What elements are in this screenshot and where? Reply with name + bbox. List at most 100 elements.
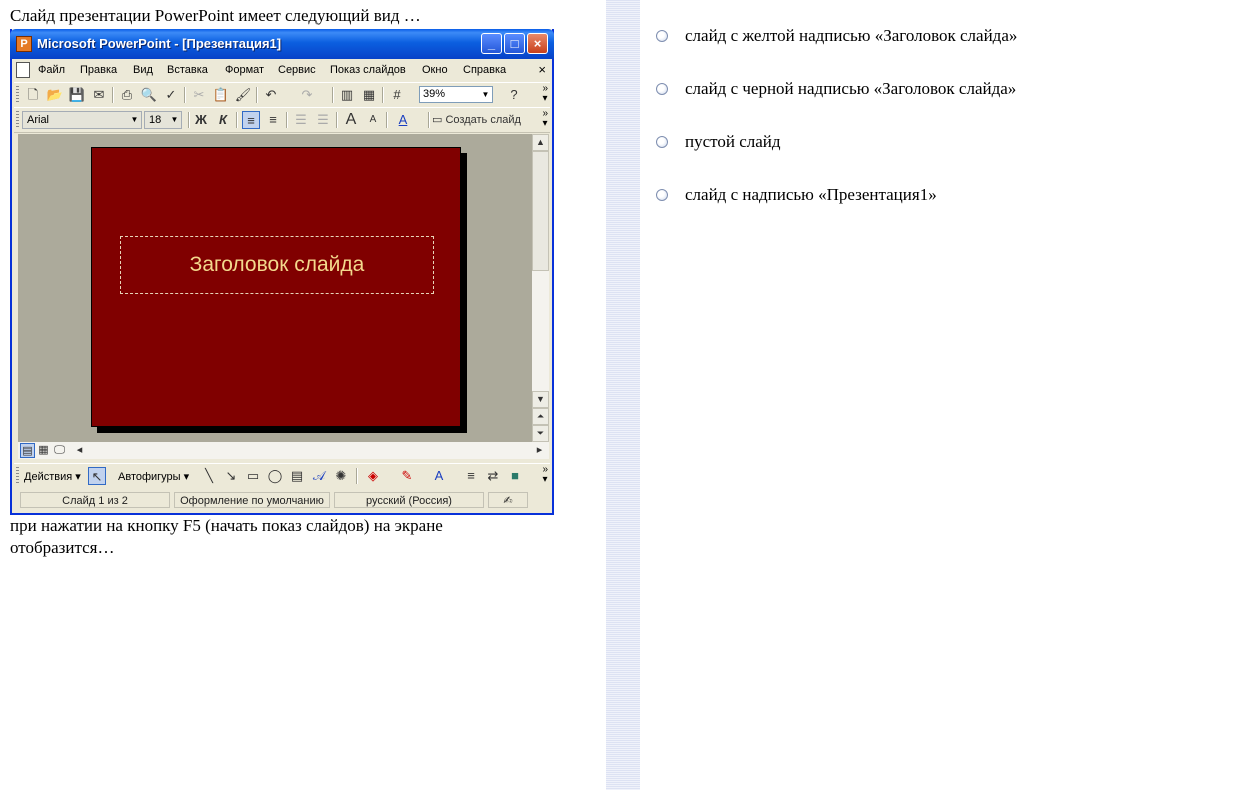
open-folder-icon: 📂 — [46, 87, 64, 102]
toolbar-grip — [16, 467, 19, 485]
next-slide-icon: ⏷ — [532, 425, 549, 442]
line-style-icon: ≡ — [467, 468, 475, 483]
font-size-field: 18 ▼ — [144, 111, 182, 129]
menu-format: Формат — [225, 64, 265, 76]
wordart-icon: 𝒜 — [312, 468, 326, 483]
scroll-left-icon: ◂ — [76, 444, 83, 456]
menubar: Файл Правка Вид Вставка Формат Сервис По… — [12, 59, 552, 81]
new-slide-icon: ▭ Создать слайд — [432, 114, 521, 126]
grid-icon: # — [393, 87, 401, 102]
bulleted-list-icon: ☰ — [317, 112, 329, 127]
line-color-icon: ✎ — [401, 468, 413, 483]
save-icon: 💾 — [68, 87, 86, 102]
chevron-down-icon: ▼ — [170, 115, 179, 124]
align-center-icon: ≡ — [269, 112, 277, 127]
horizontal-scrollbar: ▤ ▦ 🖵 ◂ ▸ — [18, 442, 549, 459]
scroll-right-icon: ▸ — [536, 444, 543, 456]
answer-label-3[interactable]: пустой слайд — [685, 132, 781, 152]
permission-icon: ✉ — [93, 87, 105, 102]
numbered-list-icon: ☰ — [295, 112, 307, 127]
undo-icon: ↶ — [265, 87, 277, 102]
toolbar-overflow-icon: » ▾ — [542, 108, 548, 129]
paste-icon: 📋 — [212, 87, 230, 102]
question-outro: при нажатии на кнопку F5 (начать показ с… — [10, 516, 443, 557]
spelling-icon: ✓ — [165, 87, 177, 102]
print-icon: ⎙ — [121, 87, 133, 102]
line-icon: ╲ — [205, 468, 213, 483]
answer-label-4[interactable]: слайд с надписью «Презентация1» — [685, 185, 937, 205]
slideshow-view-icon: 🖵 — [54, 444, 65, 456]
menu-insert: Вставка — [167, 64, 208, 76]
menu-tools: Сервис — [278, 64, 316, 76]
rectangle-icon: ▭ — [246, 468, 260, 483]
answer-option-1[interactable]: слайд с желтой надписью «Заголовок слайд… — [656, 24, 1017, 48]
status-design: Оформление по умолчанию — [174, 492, 330, 508]
font-size-value: 18 — [149, 114, 162, 126]
print-preview-icon: 🔍 — [140, 87, 158, 102]
status-bar: Слайд 1 из 2 Оформление по умолчанию рус… — [14, 490, 550, 510]
answer-radio-3[interactable] — [656, 136, 668, 148]
slide: Заголовок слайда — [91, 147, 461, 427]
answer-radio-1[interactable] — [656, 30, 668, 42]
font-color-icon: A — [398, 112, 408, 127]
decrease-font-icon: A — [369, 114, 377, 125]
new-document-icon: 🗋 — [27, 87, 39, 102]
select-pointer-icon: ↖ — [88, 467, 106, 485]
zoom-value: 39% — [423, 88, 446, 100]
autoshapes-label: Автофигуры — [118, 471, 181, 483]
diagram-icon: ✺ — [335, 468, 347, 483]
italic-icon: К — [219, 112, 227, 127]
answer-radio-2[interactable] — [656, 83, 668, 95]
bold-icon: Ж — [195, 112, 207, 127]
powerpoint-app-icon: P — [16, 36, 32, 52]
align-left-icon: ≡ — [242, 111, 260, 129]
increase-font-icon: A — [345, 111, 357, 128]
toolbar-grip — [16, 86, 19, 104]
previous-slide-icon: ⏶ — [532, 408, 549, 425]
chevron-down-icon: ▼ — [130, 115, 139, 124]
help-icon: ? — [510, 87, 518, 102]
text-box-icon: ▤ — [290, 468, 304, 483]
question-intro: Слайд презентации PowerPoint имеет следу… — [10, 6, 421, 25]
question-panel: Слайд презентации PowerPoint имеет следу… — [0, 0, 606, 790]
close-icon: × — [527, 33, 548, 54]
answer-label-1[interactable]: слайд с желтой надписью «Заголовок слайд… — [685, 26, 1017, 46]
scroll-down-icon: ▼ — [532, 391, 549, 408]
zoom-field: 39% ▼ — [419, 86, 493, 103]
new-slide-label: Создать слайд — [445, 114, 521, 126]
powerpoint-screenshot: P Microsoft PowerPoint - [Презентация1] … — [10, 29, 554, 515]
toolbar-grip — [16, 111, 19, 129]
shadow-style-icon: ■ — [511, 468, 519, 483]
answer-option-3[interactable]: пустой слайд — [656, 130, 781, 154]
drawing-toolbar: Действия ▾ ↖ Автофигуры ▾ ╲ ↘ ▭ ◯ ▤ 𝒜 ✺ … — [14, 463, 550, 488]
maximize-icon: □ — [504, 33, 525, 54]
answer-label-2[interactable]: слайд с черной надписью «Заголовок слайд… — [685, 79, 1016, 99]
minimize-icon: _ — [481, 33, 502, 54]
status-language: русский (Россия) — [334, 492, 484, 508]
menu-view: Вид — [133, 64, 153, 76]
draw-actions-label: Действия — [24, 471, 73, 483]
oval-icon: ◯ — [267, 468, 283, 483]
redo-icon: ↷ — [301, 87, 313, 102]
autoshapes-menu: Автофигуры ▾ — [118, 471, 190, 483]
answer-radio-4[interactable] — [656, 189, 668, 201]
menu-window: Окно — [422, 64, 448, 76]
font-name-field: Arial ▼ — [22, 111, 142, 129]
formatting-toolbar: Arial ▼ 18 ▼ Ж К ≡ ≡ ☰ ☰ A A A ▭ Создать… — [14, 107, 550, 133]
answer-option-2[interactable]: слайд с черной надписью «Заголовок слайд… — [656, 77, 1016, 101]
scroll-thumb — [532, 151, 549, 271]
slide-title-placeholder: Заголовок слайда — [120, 236, 434, 294]
answers-panel: слайд с желтой надписью «Заголовок слайд… — [640, 0, 1245, 790]
divider-strip — [606, 0, 640, 790]
answer-option-4[interactable]: слайд с надписью «Презентация1» — [656, 183, 937, 207]
arrow-style-icon: ⇄ — [487, 468, 499, 483]
menu-slideshow: Показ слайдов — [330, 64, 406, 76]
spelling-status-icon: ✍ — [488, 492, 528, 508]
insert-table-icon: ▦ — [362, 87, 376, 102]
document-close-icon: × — [538, 62, 546, 77]
menu-file: Файл — [38, 64, 66, 76]
font-name-value: Arial — [27, 114, 50, 126]
format-painter-icon: 🖌 — [234, 87, 252, 102]
slide-sorter-view-icon: ▦ — [38, 444, 49, 456]
slide-workspace: Заголовок слайда — [18, 134, 532, 442]
